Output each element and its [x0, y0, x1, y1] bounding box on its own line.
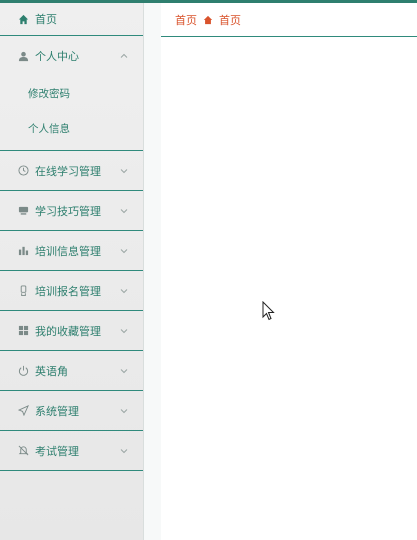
- power-icon: [17, 365, 29, 377]
- chevron-down-icon: [120, 328, 128, 333]
- bar-chart-icon: [17, 245, 29, 257]
- chevron-down-icon: [120, 168, 128, 173]
- user-icon: [17, 50, 29, 62]
- breadcrumb-current: 首页: [219, 13, 241, 27]
- sidebar-item-online-learning[interactable]: 在线学习管理: [0, 151, 143, 191]
- sidebar-item-english-corner[interactable]: 英语角: [0, 351, 143, 391]
- bell-off-icon: [17, 445, 29, 457]
- chevron-down-icon: [120, 448, 128, 453]
- chevron-down-icon: [120, 288, 128, 293]
- main-content: 首页 首页: [161, 3, 417, 540]
- sidebar-subitem-personal-info[interactable]: 个人信息: [0, 111, 143, 146]
- sidebar-item-label: 首页: [35, 13, 57, 26]
- sidebar-item-training-signup[interactable]: 培训报名管理: [0, 271, 143, 311]
- sidebar-item-favorites[interactable]: 我的收藏管理: [0, 311, 143, 351]
- grid-icon: [17, 325, 29, 337]
- chevron-down-icon: [120, 208, 128, 213]
- chevron-down-icon: [120, 248, 128, 253]
- clock-icon: [17, 165, 29, 177]
- mouse-cursor-icon: [262, 301, 275, 321]
- sidebar-item-system[interactable]: 系统管理: [0, 391, 143, 431]
- sidebar-item-study-tips[interactable]: 学习技巧管理: [0, 191, 143, 231]
- sidebar-item-label: 培训信息管理: [35, 244, 101, 258]
- monitor-icon: [17, 205, 29, 217]
- sidebar-item-label: 英语角: [35, 364, 68, 378]
- sidebar-item-home[interactable]: 首页: [0, 3, 143, 36]
- home-icon: [17, 13, 29, 25]
- sidebar-item-exam[interactable]: 考试管理: [0, 431, 143, 471]
- sidebar-item-label: 学习技巧管理: [35, 204, 101, 218]
- sidebar-item-label: 系统管理: [35, 404, 79, 418]
- breadcrumb-link-home[interactable]: 首页: [175, 12, 197, 28]
- chevron-down-icon: [120, 368, 128, 373]
- sidebar-item-label: 个人中心: [35, 50, 79, 63]
- sidebar-item-label: 考试管理: [35, 444, 79, 458]
- sidebar-subitem-change-password[interactable]: 修改密码: [0, 76, 143, 111]
- sidebar-gutter: [144, 3, 161, 540]
- breadcrumb: 首页 首页: [161, 3, 417, 37]
- sidebar-item-label: 我的收藏管理: [35, 324, 101, 338]
- home-icon: [203, 15, 213, 25]
- sidebar-item-label: 在线学习管理: [35, 164, 101, 178]
- send-icon: [17, 405, 29, 417]
- sidebar-item-label: 培训报名管理: [35, 284, 101, 298]
- sidebar-item-training-info[interactable]: 培训信息管理: [0, 231, 143, 271]
- badge-icon: [17, 285, 29, 297]
- sidebar: 首页 个人中心 修改密码 个人信息 在线学习管理 学习技巧管理 培训信息管理 培…: [0, 3, 144, 540]
- chevron-up-icon: [120, 53, 128, 58]
- chevron-down-icon: [120, 408, 128, 413]
- submenu-personal-center: 修改密码 个人信息: [0, 76, 143, 151]
- sidebar-item-personal-center[interactable]: 个人中心: [0, 36, 143, 76]
